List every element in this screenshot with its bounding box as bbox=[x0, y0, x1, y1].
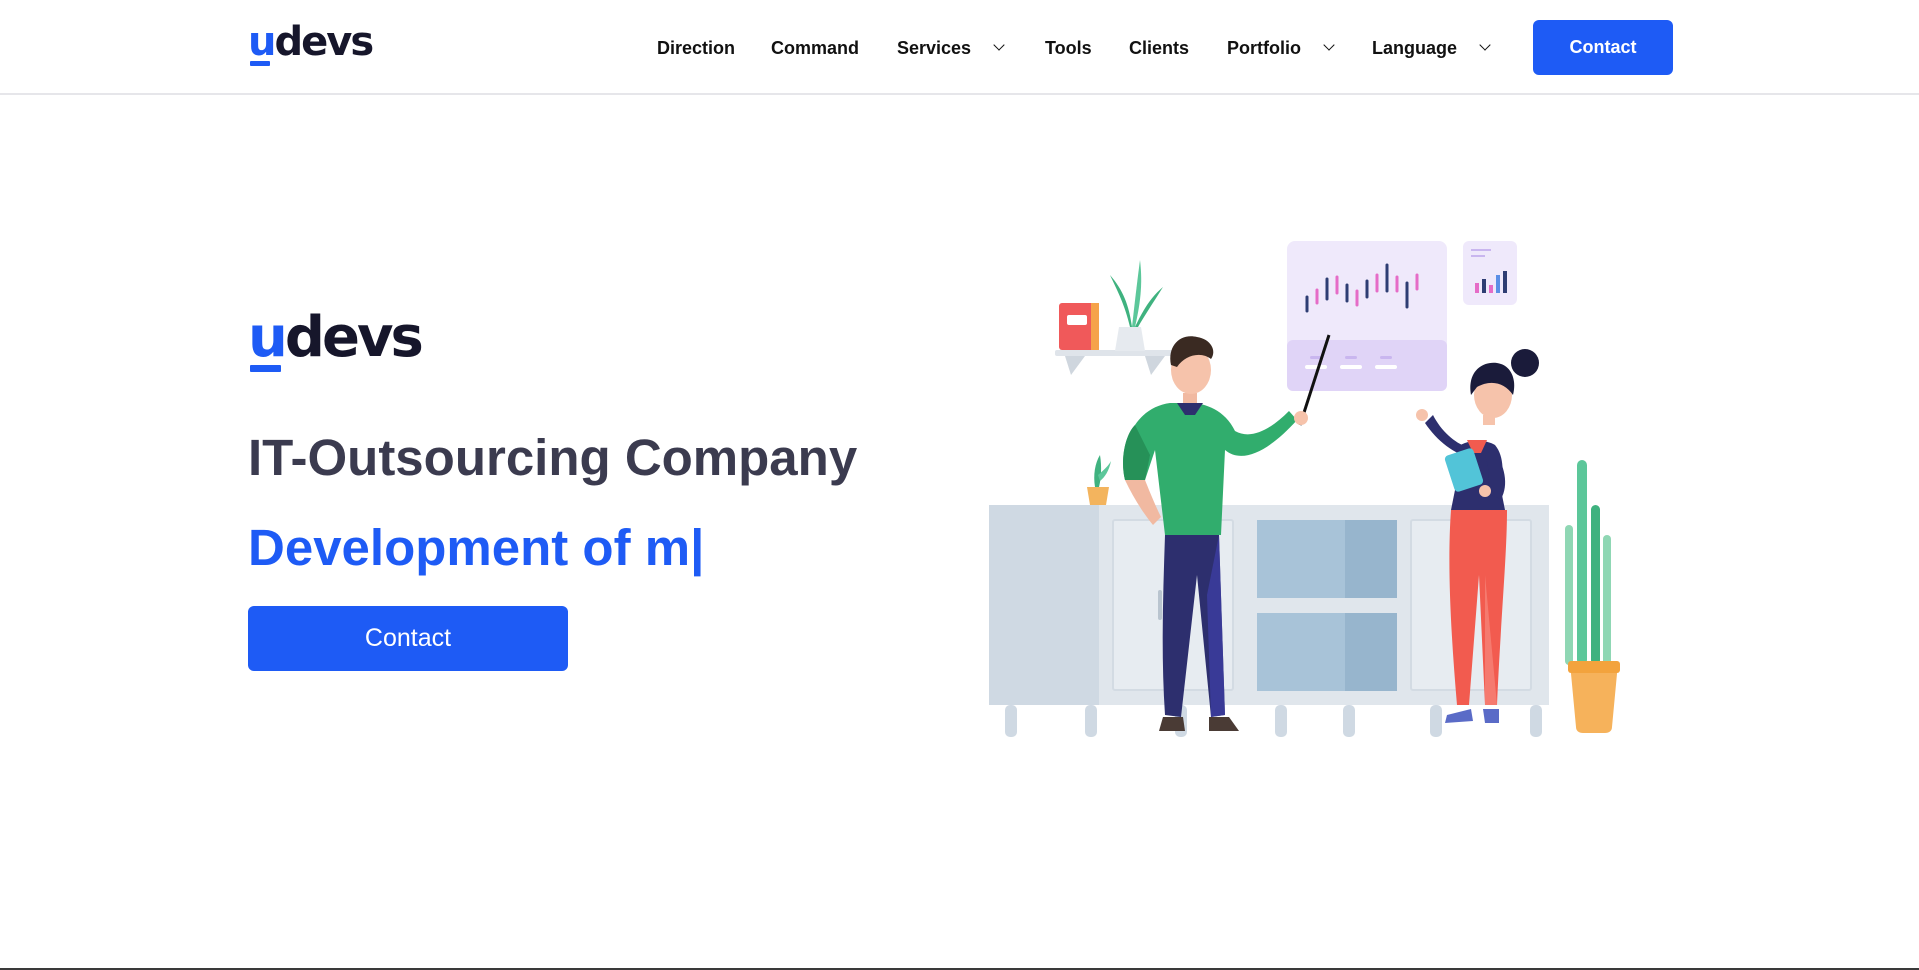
chevron-down-icon bbox=[993, 39, 1005, 51]
chevron-down-icon bbox=[1479, 39, 1491, 51]
nav-command[interactable]: Command bbox=[771, 30, 859, 66]
logo-wordmark: udevs bbox=[248, 305, 424, 372]
hero-typing-text: Development of m| bbox=[248, 519, 705, 576]
nav-services[interactable]: Services bbox=[897, 30, 1005, 66]
chevron-down-icon bbox=[1323, 39, 1335, 51]
nav-direction[interactable]: Direction bbox=[657, 30, 735, 66]
nav-clients[interactable]: Clients bbox=[1129, 30, 1189, 66]
nav-tools[interactable]: Tools bbox=[1045, 30, 1092, 66]
hero-contact-button[interactable]: Contact bbox=[248, 606, 568, 671]
hero-title: IT-Outsourcing Company bbox=[248, 429, 858, 486]
header-logo[interactable]: udevs bbox=[248, 19, 374, 70]
team-presentation-illustration bbox=[989, 241, 1620, 737]
nav-language[interactable]: Language bbox=[1372, 30, 1491, 66]
cactus-icon bbox=[1565, 460, 1620, 733]
logo-wordmark: udevs bbox=[248, 19, 374, 66]
hero-logo: udevs bbox=[248, 310, 424, 372]
shelf-icon bbox=[1055, 260, 1181, 375]
header-contact-button[interactable]: Contact bbox=[1533, 20, 1673, 75]
site-header: udevs Direction Command Services Tools C… bbox=[0, 0, 1919, 95]
nav-portfolio[interactable]: Portfolio bbox=[1227, 30, 1335, 66]
